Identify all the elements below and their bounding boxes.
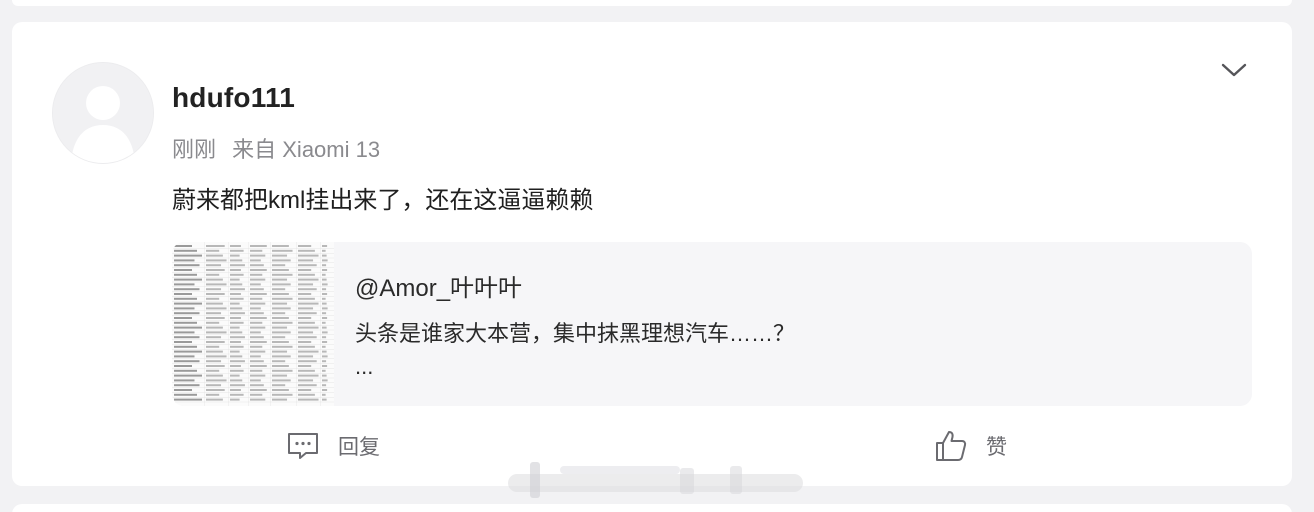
post-card: hdufo111 刚刚 来自 Xiaomi 13 蔚来都把kml挂出来了，还在这… [12, 22, 1292, 486]
default-avatar-icon [53, 63, 153, 163]
quoted-text: 头条是谁家大本营，集中抹黑理想汽车……？ [355, 321, 796, 346]
reply-label: 回复 [338, 436, 380, 459]
reply-button[interactable]: 回复 [286, 428, 380, 464]
quoted-post-card[interactable]: @Amor_叶叶叶 头条是谁家大本营，集中抹黑理想汽车……？ ... [172, 242, 1252, 406]
post-content: 蔚来都把kml挂出来了，还在这逼逼赖赖 [172, 187, 594, 214]
post-meta: 刚刚 来自 Xiaomi 13 [172, 132, 380, 164]
quoted-username[interactable]: @Amor_叶叶叶 [355, 268, 522, 303]
user-avatar[interactable] [52, 62, 154, 164]
post-time: 刚刚 [172, 137, 217, 162]
like-label: 赞 [986, 436, 1007, 459]
post-menu-button[interactable] [1220, 56, 1248, 84]
previous-post-card [12, 0, 1292, 6]
feed-page: hdufo111 刚刚 来自 Xiaomi 13 蔚来都把kml挂出来了，还在这… [0, 0, 1314, 512]
thumbs-up-icon [936, 431, 967, 461]
quoted-more-ellipsis: ... [355, 354, 374, 379]
next-post-card [12, 504, 1292, 512]
comment-icon [288, 433, 318, 459]
post-username[interactable]: hdufo111 [172, 82, 295, 114]
quoted-post-thumbnail[interactable] [172, 242, 334, 406]
like-button[interactable]: 赞 [934, 428, 1007, 464]
chevron-down-icon [1221, 63, 1247, 77]
spreadsheet-thumbnail-image [172, 242, 334, 406]
post-source: 来自 Xiaomi 13 [232, 137, 381, 162]
